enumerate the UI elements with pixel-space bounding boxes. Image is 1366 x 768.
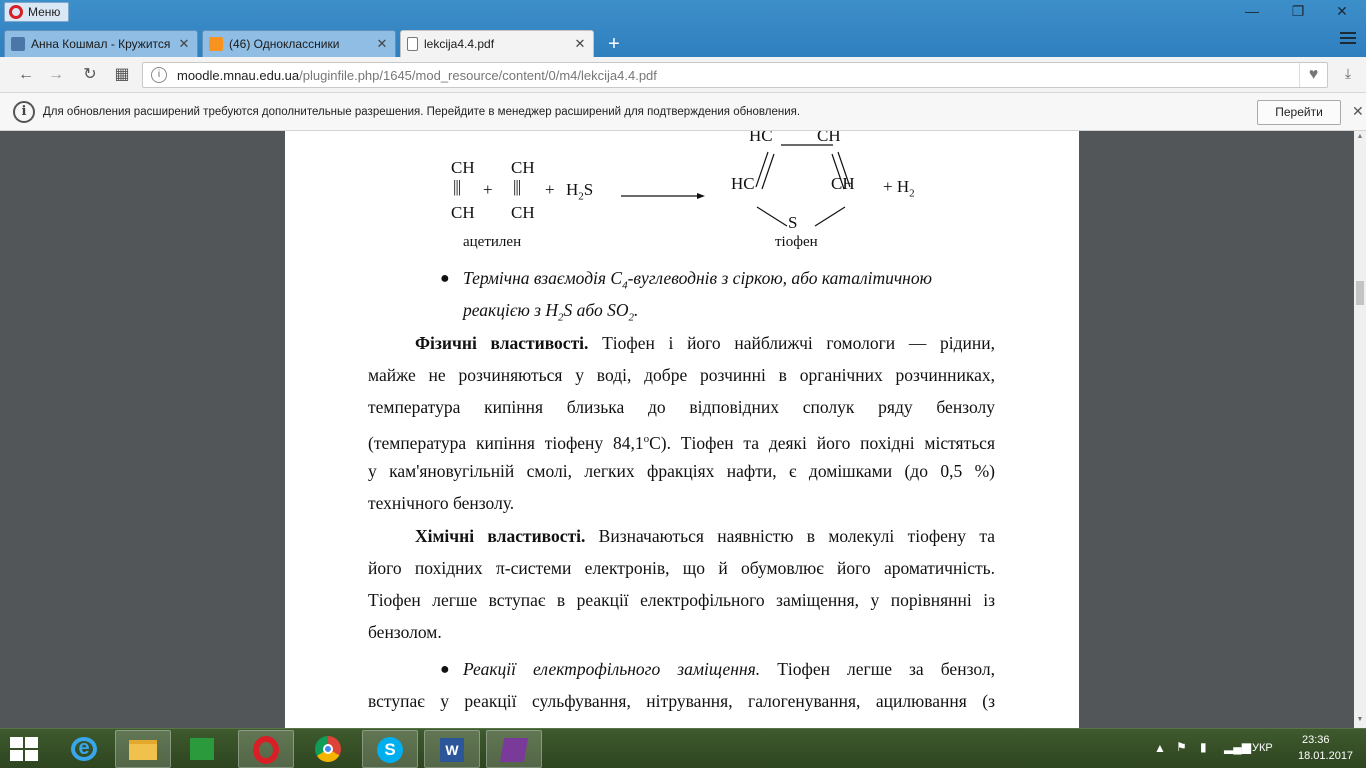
download-icon[interactable]: ⤓ — [1338, 65, 1358, 85]
close-tab-icon[interactable]: ✕ — [573, 36, 587, 52]
odnoklassniki-icon — [209, 37, 223, 51]
document-icon — [407, 37, 418, 51]
h2-product: + H2 — [883, 177, 915, 200]
physical-properties-paragraph: Фізичні властивості. Тіофен і його найбл… — [368, 333, 996, 513]
thiophene-hc-top: HC — [749, 131, 773, 145]
internet-explorer-icon[interactable]: e — [56, 730, 112, 768]
ring-bond-bottom-left — [756, 206, 788, 227]
store-icon[interactable] — [174, 730, 230, 768]
physical-heading: Фізичні властивості. — [415, 333, 589, 353]
site-info-icon[interactable]: i — [151, 67, 167, 83]
close-tab-icon[interactable]: ✕ — [375, 36, 389, 52]
close-tab-icon[interactable]: ✕ — [177, 36, 191, 52]
notification-message: Для обновления расширений требуются допо… — [43, 106, 801, 118]
tab-title: lekcija4.4.pdf — [424, 37, 495, 51]
pdf-page: CH ||| CH + CH ||| CH + H2S HC CH HC CH … — [285, 131, 1079, 728]
clock-date[interactable]: 18.01.2017 — [1298, 750, 1353, 762]
scrollbar-thumb[interactable] — [1356, 281, 1364, 305]
tab-title: (46) Одноклассники — [229, 37, 340, 51]
opera-menu-button[interactable]: Меню — [4, 2, 70, 22]
label-thiophene: тіофен — [775, 234, 818, 250]
menu-label: Меню — [28, 5, 61, 19]
thiophene-sulfur: S — [788, 213, 798, 232]
skype-icon[interactable]: S — [362, 730, 418, 768]
acetylene-triple-bond-2: ||| — [513, 177, 521, 196]
chrome-icon[interactable] — [300, 730, 356, 768]
scroll-down-arrow-icon[interactable]: ▼ — [1356, 716, 1364, 726]
extension-notification-bar: i Для обновления расширений требуются до… — [0, 93, 1366, 131]
bookmark-heart-icon[interactable]: ♥ — [1299, 63, 1327, 87]
browser-titlebar: Меню — ❐ ✕ Анна Кошмал - Кружится ✕ (46)… — [0, 0, 1366, 57]
reaction-arrow-head — [697, 193, 705, 199]
tab-title: Анна Кошмал - Кружится — [31, 37, 171, 51]
acetylene-ch-bottom-2: CH — [511, 203, 535, 222]
flag-icon[interactable]: ⚑ — [1176, 740, 1187, 754]
language-indicator[interactable]: УКР — [1252, 742, 1273, 754]
chemical-heading: Хімічні властивості. — [415, 526, 586, 546]
ring-bond-left-double-a — [755, 151, 769, 188]
ring-bond-left-double-b — [761, 153, 775, 190]
thiophene-ch-top: CH — [817, 131, 841, 145]
electrophilic-substitution-paragraph: Реакції електрофільного заміщення. Тіофе… — [368, 659, 996, 711]
close-window-button[interactable]: ✕ — [1320, 0, 1364, 22]
onenote-icon[interactable] — [486, 730, 542, 768]
tab-odnoklassniki[interactable]: (46) Одноклассники ✕ — [202, 30, 396, 57]
minimize-button[interactable]: — — [1230, 0, 1274, 22]
scroll-up-arrow-icon[interactable]: ▲ — [1356, 133, 1364, 143]
show-hidden-icons-icon[interactable]: ▲ — [1154, 741, 1166, 755]
back-arrow-icon[interactable]: ← — [16, 65, 36, 85]
thiophene-hc-left: HC — [731, 174, 755, 193]
acetylene-ch-bottom-1: CH — [451, 203, 475, 222]
windows-start-icon[interactable] — [10, 737, 40, 761]
tab-menu-icon[interactable] — [1340, 32, 1356, 46]
vertical-scrollbar[interactable]: ▲ ▼ — [1354, 131, 1366, 728]
forward-arrow-icon[interactable]: → — [46, 65, 66, 85]
tab-strip: Анна Кошмал - Кружится ✕ (46) Одноклассн… — [4, 28, 626, 57]
reload-icon[interactable]: ↻ — [80, 65, 100, 85]
close-notification-icon[interactable]: ✕ — [1352, 103, 1364, 120]
bullet-synthesis-text: Термічна взаємодія C4-вуглеводнів з сірк… — [463, 268, 932, 324]
acetylene-triple-bond-1: ||| — [453, 177, 461, 196]
tab-vk[interactable]: Анна Кошмал - Кружится ✕ — [4, 30, 198, 57]
h2s-formula: H2S — [566, 180, 594, 203]
clock-time[interactable]: 23:36 — [1302, 734, 1330, 746]
windows-taskbar: e S W ▲ ⚑ ▮ ▂▄▆ УКР 23:36 18.01.2017 — [0, 728, 1366, 768]
bullet-dot: ● — [440, 270, 450, 287]
url-text: moodle.mnau.edu.ua/pluginfile.php/1645/m… — [177, 67, 657, 83]
chemical-properties-paragraph: Хімічні властивості. Визначаються наявні… — [368, 526, 995, 642]
opera-logo-icon — [9, 5, 23, 19]
system-tray: ▲ ⚑ ▮ ▂▄▆ УКР 23:36 18.01.2017 — [1140, 729, 1366, 768]
address-toolbar: ← → ↻ ▦ i moodle.mnau.edu.ua/pluginfile.… — [0, 57, 1366, 93]
address-bar[interactable]: i moodle.mnau.edu.ua/pluginfile.php/1645… — [142, 62, 1328, 88]
opera-icon[interactable] — [238, 730, 294, 768]
battery-icon[interactable]: ▮ — [1200, 740, 1207, 754]
thiophene-ch-right: CH — [831, 174, 855, 193]
go-button[interactable]: Перейти — [1257, 100, 1341, 125]
word-icon[interactable]: W — [424, 730, 480, 768]
info-icon: i — [13, 101, 35, 123]
label-acetylene: ацетилен — [463, 234, 522, 250]
acetylene-ch-top-1: CH — [451, 158, 475, 177]
plus-sign: + — [545, 180, 555, 199]
ring-bond-bottom-right — [814, 206, 846, 227]
maximize-button[interactable]: ❐ — [1276, 0, 1320, 22]
plus-sign: + — [483, 180, 493, 199]
new-tab-button[interactable]: + — [602, 33, 626, 57]
file-explorer-icon[interactable] — [115, 730, 171, 768]
speed-dial-grid-icon[interactable]: ▦ — [112, 65, 132, 85]
acetylene-ch-top-2: CH — [511, 158, 535, 177]
tab-lekcija[interactable]: lekcija4.4.pdf ✕ — [400, 30, 594, 57]
pdf-viewer[interactable]: CH ||| CH + CH ||| CH + H2S HC CH HC CH … — [0, 131, 1366, 728]
network-signal-icon[interactable]: ▂▄▆ — [1224, 740, 1251, 754]
vk-icon — [11, 37, 25, 51]
